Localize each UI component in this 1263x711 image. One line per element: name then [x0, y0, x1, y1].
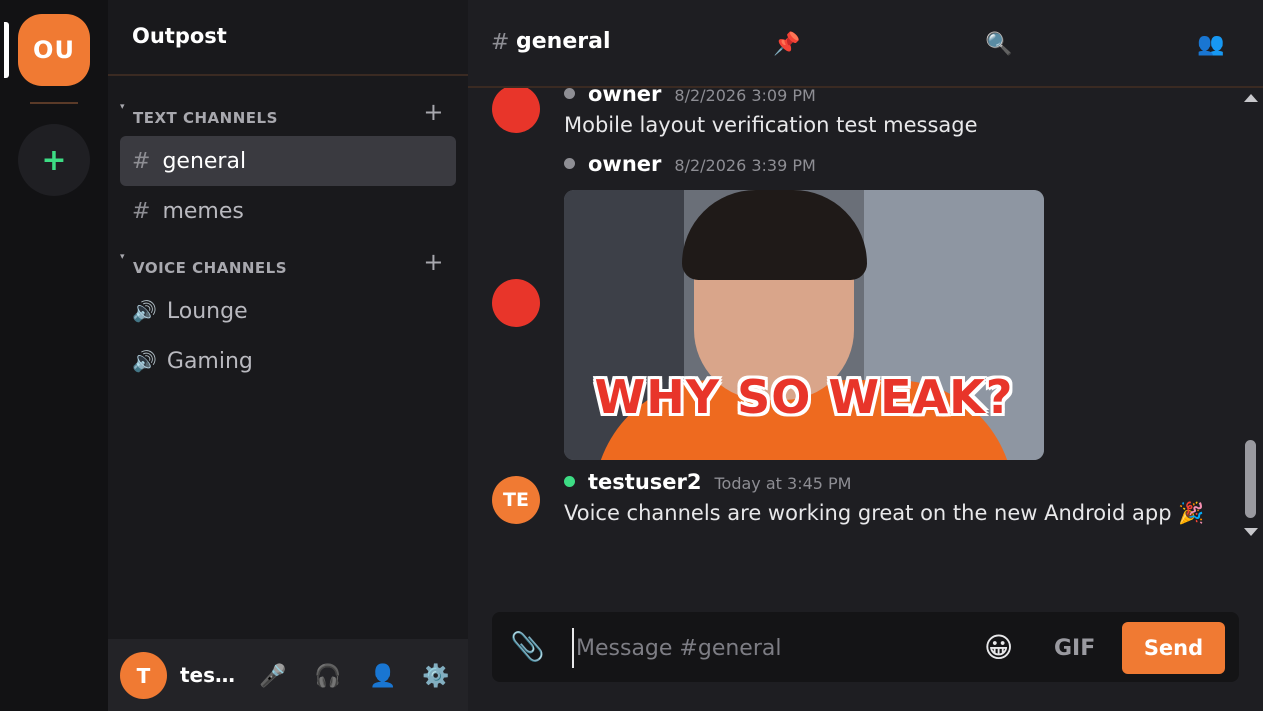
rail-divider: [30, 102, 78, 104]
message-header: testuser2 Today at 3:45 PM: [564, 470, 851, 498]
message-author[interactable]: testuser2: [588, 470, 701, 494]
user-avatar[interactable]: T: [120, 652, 167, 699]
message-timestamp: Today at 3:45 PM: [714, 474, 852, 493]
channel-item-general[interactable]: # general: [120, 136, 456, 186]
category-voice-channels[interactable]: ▾ VOICE CHANNELS +: [120, 248, 456, 280]
search-icon[interactable]: 🔍: [981, 26, 1017, 62]
gif-button[interactable]: GIF: [1054, 636, 1095, 661]
channel-label: Gaming: [166, 348, 253, 374]
speaker-icon: 🔊: [132, 349, 157, 373]
category-label: TEXT CHANNELS: [133, 109, 278, 127]
user-name[interactable]: test...: [180, 663, 242, 687]
settings-gear-icon[interactable]: ⚙️: [419, 659, 453, 693]
collapse-caret-icon[interactable]: ▾: [120, 102, 125, 112]
hash-icon: #: [132, 198, 151, 224]
server-name: Outpost: [132, 24, 227, 48]
add-server-button[interactable]: +: [18, 124, 90, 196]
scroll-thumb[interactable]: [1245, 440, 1256, 518]
collapse-caret-icon[interactable]: ▾: [120, 252, 125, 262]
gif-attachment[interactable]: WHY SO WEAK?: [564, 190, 1044, 460]
message-text: Mobile layout verification test message: [564, 113, 978, 137]
hash-icon: #: [132, 148, 151, 174]
message-timestamp: 8/2/2026 3:09 PM: [674, 88, 816, 105]
chat-area: # general 📌 🔍 👥 owner 8/2/2026 3:09 PM M…: [468, 0, 1263, 711]
headphones-icon[interactable]: 🎧: [311, 659, 345, 693]
channel-topbar: # general 📌 🔍 👥: [468, 0, 1263, 88]
gif-hair: [682, 190, 867, 280]
user-panel: T test... 🎤 🎧 👤 ⚙️: [108, 639, 468, 711]
emoji-picker-icon[interactable]: 😀: [984, 631, 1013, 664]
status-dot: [564, 88, 575, 99]
avatar[interactable]: [492, 279, 540, 327]
add-text-channel-icon[interactable]: +: [423, 98, 444, 126]
send-button[interactable]: Send: [1122, 622, 1225, 674]
channel-item-memes[interactable]: # memes: [120, 186, 456, 236]
channel-sidebar: Outpost ▾ TEXT CHANNELS + # general # me…: [108, 0, 468, 711]
message-list[interactable]: owner 8/2/2026 3:09 PM Mobile layout ver…: [468, 88, 1238, 558]
channel-label: memes: [162, 198, 244, 224]
message-input[interactable]: [572, 628, 972, 668]
server-rail: OU +: [0, 0, 108, 711]
hash-icon: #: [491, 30, 510, 55]
message-author[interactable]: owner: [588, 152, 661, 176]
pin-icon[interactable]: 📌: [769, 26, 805, 62]
category-label: VOICE CHANNELS: [133, 259, 288, 277]
paperclip-icon[interactable]: 📎: [510, 630, 545, 663]
profile-icon[interactable]: 👤: [366, 659, 400, 693]
message-author[interactable]: owner: [588, 88, 661, 106]
message-scrollbar[interactable]: [1239, 88, 1263, 546]
voice-channel-gaming[interactable]: 🔊 Gaming: [120, 336, 456, 386]
status-dot: [564, 476, 575, 487]
message-header: owner 8/2/2026 3:09 PM: [564, 88, 816, 110]
scroll-up-arrow-icon[interactable]: [1244, 94, 1258, 102]
server-header[interactable]: Outpost: [108, 0, 468, 76]
status-dot: [564, 158, 575, 169]
selected-server-indicator: [4, 22, 9, 78]
message-timestamp: 8/2/2026 3:39 PM: [674, 156, 816, 175]
message-header: owner 8/2/2026 3:39 PM: [564, 152, 816, 180]
add-voice-channel-icon[interactable]: +: [423, 248, 444, 276]
channel-label: Lounge: [166, 298, 248, 324]
voice-channel-lounge[interactable]: 🔊 Lounge: [120, 286, 456, 336]
avatar[interactable]: [492, 88, 540, 133]
server-icon-outpost[interactable]: OU: [18, 14, 90, 86]
app-window: OU + Outpost ▾ TEXT CHANNELS + # general…: [0, 0, 1263, 711]
message-composer: 📎 😀 GIF Send: [492, 612, 1239, 682]
message-text: Voice channels are working great on the …: [564, 501, 1205, 525]
speaker-icon: 🔊: [132, 299, 157, 323]
category-text-channels[interactable]: ▾ TEXT CHANNELS +: [120, 98, 456, 130]
members-icon[interactable]: 👥: [1193, 26, 1229, 62]
scroll-down-arrow-icon[interactable]: [1244, 528, 1258, 536]
channel-title: general: [516, 29, 611, 54]
gif-caption: WHY SO WEAK?: [594, 370, 1014, 424]
avatar[interactable]: TE: [492, 476, 540, 524]
microphone-icon[interactable]: 🎤: [256, 659, 290, 693]
channel-label: general: [162, 148, 247, 174]
